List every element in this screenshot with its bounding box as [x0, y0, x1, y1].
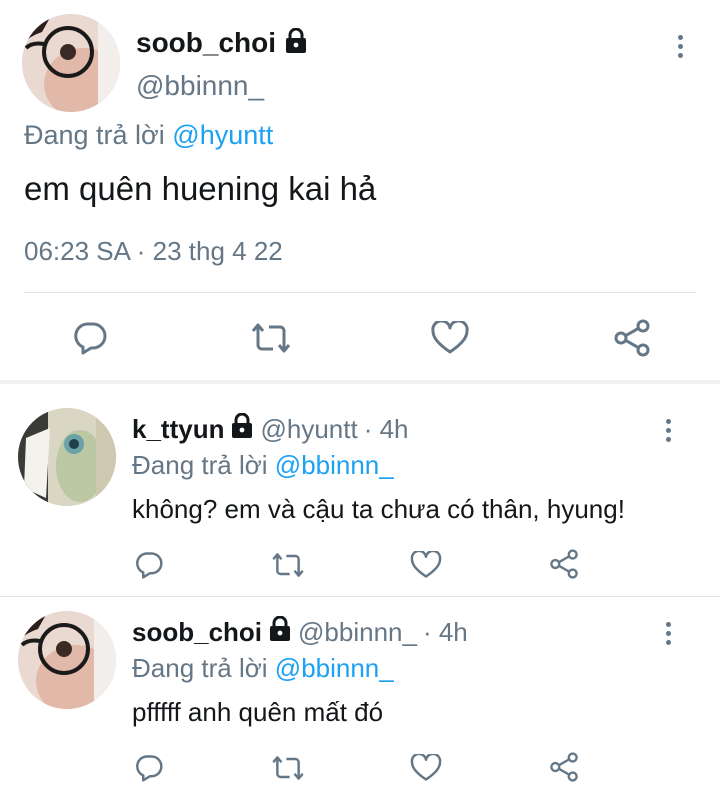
user-handle[interactable]: @bbinnn_ — [298, 617, 417, 648]
reply-mention[interactable]: @bbinnn_ — [275, 450, 394, 480]
avatar[interactable] — [18, 611, 116, 709]
divider — [24, 292, 696, 293]
lock-icon — [268, 615, 292, 649]
retweet-icon[interactable] — [246, 318, 296, 358]
reply-icon[interactable] — [68, 318, 112, 358]
reply-tweet[interactable]: k_ttyun @hyuntt · 4h Đang trả lời @bbinn… — [0, 384, 720, 596]
avatar[interactable] — [18, 408, 116, 506]
replying-to: Đang trả lời @bbinnn_ — [132, 653, 394, 684]
more-options-icon[interactable] — [668, 28, 692, 64]
main-tweet: soob_choi @bbinnn_ Đang trả lời @hyuntt … — [0, 0, 720, 380]
reply-tweet[interactable]: soob_choi @bbinnn_ · 4h Đang trả lời @bb… — [0, 597, 720, 792]
share-icon[interactable] — [546, 749, 582, 785]
like-icon[interactable] — [408, 751, 444, 785]
timestamp: 06:23 SA · 23 thg 4 22 — [24, 236, 283, 266]
like-icon[interactable] — [408, 548, 444, 582]
user-handle[interactable]: @bbinnn_ — [136, 70, 264, 102]
retweet-icon[interactable] — [268, 548, 308, 582]
author-line: k_ttyun @hyuntt · 4h — [132, 412, 409, 446]
reply-prefix: Đang trả lời — [24, 120, 165, 150]
reply-mention[interactable]: @hyuntt — [172, 120, 273, 150]
reply-icon[interactable] — [132, 751, 166, 785]
reply-prefix: Đang trả lời — [132, 450, 268, 480]
relative-time: · 4h — [422, 616, 468, 647]
tweet-text: pfffff anh quên mất đó — [132, 697, 384, 727]
like-icon[interactable] — [428, 318, 472, 358]
author-line: soob_choi — [136, 26, 308, 60]
reply-mention[interactable]: @bbinnn_ — [275, 653, 394, 683]
tweet-text: em quên huening kai hả — [24, 170, 377, 207]
author-line: soob_choi @bbinnn_ · 4h — [132, 615, 468, 649]
relative-time: · 4h — [363, 413, 409, 444]
more-options-icon[interactable] — [656, 615, 680, 651]
reply-prefix: Đang trả lời — [132, 653, 268, 683]
replying-to: Đang trả lời @hyuntt — [24, 120, 273, 151]
replying-to: Đang trả lời @bbinnn_ — [132, 450, 394, 481]
reply-icon[interactable] — [132, 548, 166, 582]
display-name[interactable]: soob_choi — [132, 617, 262, 648]
lock-icon — [284, 27, 308, 59]
user-handle[interactable]: @hyuntt — [260, 414, 357, 445]
retweet-icon[interactable] — [268, 751, 308, 785]
share-icon[interactable] — [610, 318, 654, 358]
display-name[interactable]: k_ttyun — [132, 414, 224, 445]
more-options-icon[interactable] — [656, 412, 680, 448]
lock-icon — [230, 412, 254, 446]
share-icon[interactable] — [546, 546, 582, 582]
avatar[interactable] — [22, 14, 120, 112]
tweet-text: không? em và cậu ta chưa có thân, hyung! — [132, 494, 625, 524]
display-name[interactable]: soob_choi — [136, 27, 276, 59]
